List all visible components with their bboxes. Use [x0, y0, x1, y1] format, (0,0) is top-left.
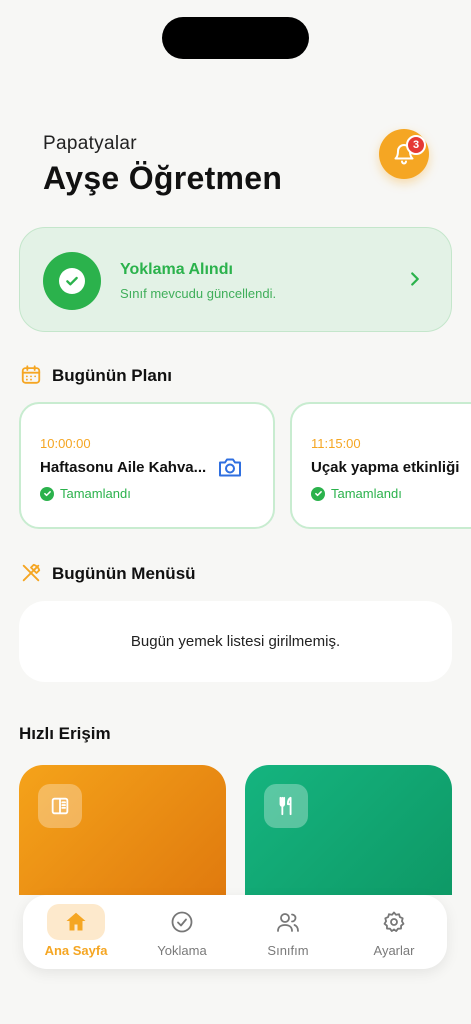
- plan-time: 11:15:00: [311, 436, 361, 451]
- plan-card[interactable]: 10:00:00 Haftasonu Aile Kahva... Tamamla…: [19, 402, 275, 529]
- plan-status: Tamamlandı: [40, 486, 131, 501]
- chevron-right-icon: [411, 272, 419, 286]
- attendance-title: Yoklama Alındı: [120, 261, 233, 278]
- notification-badge: 3: [406, 135, 426, 155]
- quick-access-card[interactable]: [245, 765, 452, 895]
- quick-access-title: Hızlı Erişim: [19, 724, 111, 743]
- home-icon: [66, 912, 86, 931]
- notification-button[interactable]: 3: [379, 129, 429, 179]
- plan-card[interactable]: 11:15:00 Uçak yapma etkinliği Tamamlandı: [290, 402, 471, 529]
- school-name: Papatyalar: [43, 133, 137, 154]
- check-circle-icon: [171, 911, 193, 933]
- tab-label: Sınıfım: [267, 943, 309, 958]
- tab-classroom[interactable]: Sınıfım: [243, 904, 333, 960]
- check-icon: [66, 276, 78, 286]
- plan-status-label: Tamamlandı: [331, 486, 402, 501]
- teacher-name: Ayşe Öğretmen: [43, 160, 283, 196]
- gear-icon: [383, 911, 405, 932]
- dynamic-island: [162, 17, 309, 59]
- check-circle-icon: [311, 486, 325, 501]
- plan-status-label: Tamamlandı: [60, 486, 131, 501]
- book-icon: [51, 797, 69, 815]
- attendance-subtitle: Sınıf mevcudu güncellendi.: [120, 286, 277, 301]
- utensils-icon: [22, 563, 41, 582]
- cutlery-icon: [279, 796, 292, 816]
- plan-name: Uçak yapma etkinliği: [311, 459, 460, 476]
- plan-name: Haftasonu Aile Kahva...: [40, 459, 207, 476]
- menu-card: Bugün yemek listesi girilmemiş.: [19, 601, 452, 682]
- attendance-card[interactable]: Yoklama Alındı Sınıf mevcudu güncellendi…: [19, 227, 452, 332]
- users-icon: [277, 913, 299, 932]
- tab-attendance[interactable]: Yoklama: [137, 904, 227, 960]
- plan-status: Tamamlandı: [311, 486, 402, 501]
- tab-settings[interactable]: Ayarlar: [349, 904, 439, 960]
- plan-section-title: Bugünün Planı: [52, 366, 172, 385]
- plan-time: 10:00:00: [40, 436, 91, 451]
- menu-section-title: Bugünün Menüsü: [52, 564, 196, 583]
- check-circle-icon: [40, 486, 54, 501]
- camera-icon[interactable]: [217, 455, 243, 479]
- quick-access-card[interactable]: [19, 765, 226, 895]
- calendar-icon: [21, 365, 41, 384]
- menu-empty-text: Bugün yemek listesi girilmemiş.: [130, 633, 341, 650]
- tab-label: Ana Sayfa: [44, 943, 108, 958]
- tab-home[interactable]: Ana Sayfa: [31, 904, 121, 960]
- tab-label: Ayarlar: [373, 943, 415, 958]
- attendance-status-circle: [43, 252, 101, 310]
- tab-label: Yoklama: [157, 943, 207, 958]
- bottom-tab-bar: Ana Sayfa Yoklama Sınıfım Ayarlar: [23, 895, 447, 969]
